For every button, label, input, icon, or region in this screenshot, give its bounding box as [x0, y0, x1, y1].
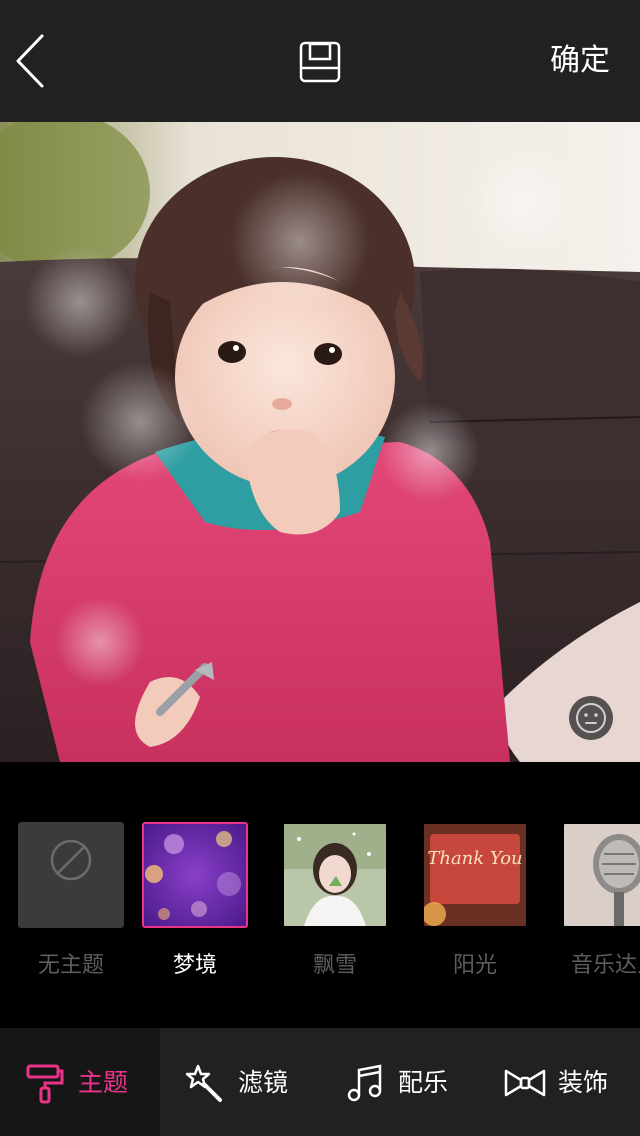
- theme-item-snow[interactable]: 飘雪: [282, 822, 388, 992]
- tab-decoration[interactable]: 装饰: [480, 1028, 640, 1136]
- theme-label-dream: 梦境: [172, 953, 217, 978]
- theme-thumb-dream: [142, 822, 248, 928]
- back-button[interactable]: [8, 28, 56, 94]
- confirm-button[interactable]: 确定: [550, 40, 610, 82]
- magic-wand-icon: [185, 1064, 222, 1102]
- no-theme-icon: [50, 839, 92, 881]
- theme-thumb-music: [562, 822, 640, 928]
- theme-thumb-sunshine: Thank You: [422, 822, 528, 928]
- theme-thumb-none: [18, 822, 124, 928]
- tab-theme-label: 主题: [78, 1068, 129, 1097]
- tab-filter-label: 滤镜: [238, 1068, 289, 1097]
- theme-label-music: 音乐达人: [570, 953, 640, 978]
- tab-decoration-label: 装饰: [558, 1068, 609, 1097]
- music-thumbnail: [564, 824, 640, 926]
- theme-strip[interactable]: 无主题 梦境 飘雪 Thank You 阳光 音乐达: [0, 762, 640, 1028]
- top-bar: 确定: [0, 0, 640, 122]
- paint-roller-icon: [26, 1064, 64, 1104]
- sunshine-thumbnail: Thank You: [424, 824, 526, 926]
- tab-music-label: 配乐: [398, 1068, 449, 1097]
- theme-item-dream[interactable]: 梦境: [142, 822, 248, 992]
- back-arrow-icon: [16, 34, 44, 88]
- thank-you-text: Thank You: [427, 848, 522, 869]
- floppy-disk-icon: [299, 41, 341, 83]
- theme-thumb-snow: [282, 822, 388, 928]
- theme-label-snow: 飘雪: [312, 953, 357, 978]
- theme-item-music[interactable]: 音乐达人: [562, 822, 640, 992]
- tab-theme[interactable]: 主题: [0, 1028, 160, 1136]
- theme-item-none[interactable]: 无主题: [18, 822, 124, 992]
- tab-music[interactable]: 配乐: [320, 1028, 480, 1136]
- face-sticker-button[interactable]: [568, 695, 614, 741]
- snow-thumbnail: [284, 824, 386, 926]
- save-button[interactable]: [298, 40, 342, 84]
- theme-item-sunshine[interactable]: Thank You 阳光: [422, 822, 528, 992]
- music-note-icon: [347, 1064, 382, 1102]
- photo-image: [0, 122, 640, 762]
- bow-tie-icon: [504, 1069, 546, 1097]
- dream-thumbnail: [144, 824, 246, 926]
- bottom-tab-bar: 主题 滤镜 配乐 装饰: [0, 1028, 640, 1136]
- theme-label-sunshine: 阳光: [452, 953, 497, 978]
- tab-filter[interactable]: 滤镜: [160, 1028, 320, 1136]
- face-icon: [569, 696, 613, 740]
- photo-preview: [0, 122, 640, 762]
